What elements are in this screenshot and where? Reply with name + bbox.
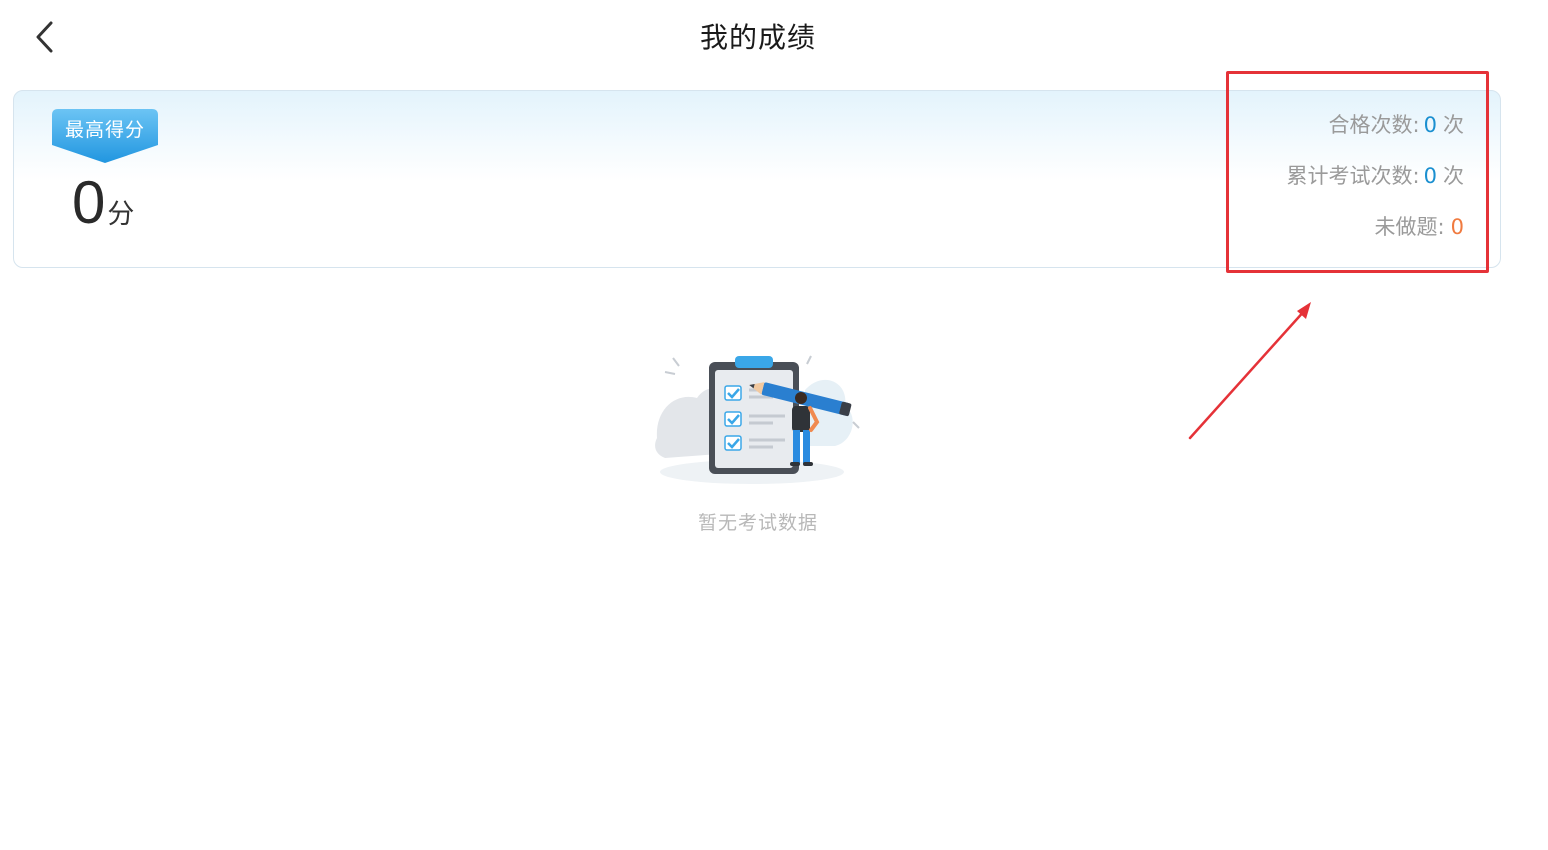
- annotation-arrow-icon: [1188, 302, 1311, 440]
- badge-label: 最高得分: [64, 119, 145, 141]
- clipboard-checklist-illustration: [655, 355, 860, 484]
- high-score-badge: 最高得分: [52, 109, 158, 165]
- high-score-unit: 分: [107, 199, 135, 230]
- page-title: 我的成绩: [699, 21, 816, 54]
- header-bar: 我的成绩: [0, 0, 1548, 72]
- empty-state-message: 暂无考试数据: [697, 512, 818, 534]
- high-score: 0分: [72, 173, 134, 233]
- high-score-value: 0: [72, 169, 106, 236]
- annotation-highlight-box: [1226, 71, 1489, 273]
